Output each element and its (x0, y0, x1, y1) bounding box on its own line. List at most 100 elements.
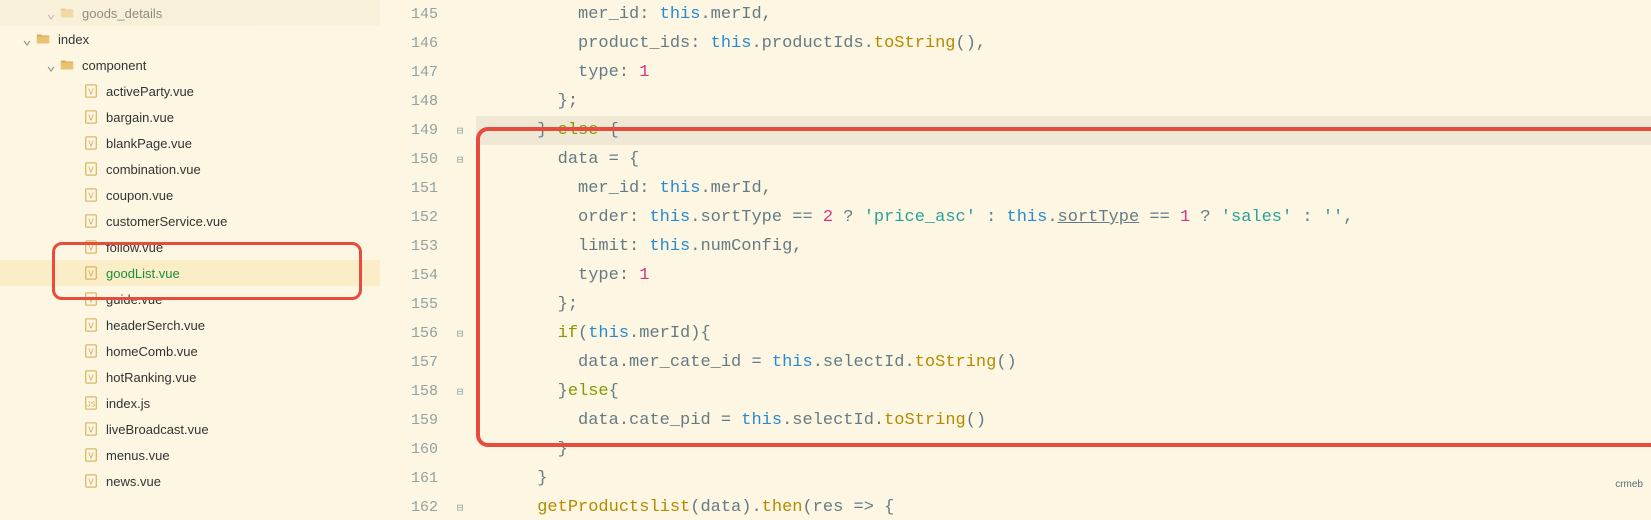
svg-text:V: V (88, 218, 94, 228)
chevron-down-icon[interactable]: ⌄ (20, 30, 34, 49)
code-line[interactable]: mer_id: this.merId, (476, 174, 1651, 203)
folder-icon (60, 6, 78, 20)
tree-file[interactable]: Vguide.vue (0, 286, 380, 312)
code-line[interactable]: data.cate_pid = this.selectId.toString() (476, 406, 1651, 435)
line-number: 156 (380, 319, 438, 348)
watermark-text: crmeb (1615, 479, 1643, 490)
fold-toggle-icon[interactable]: ⊟ (457, 327, 464, 341)
line-number: 155 (380, 290, 438, 319)
code-line[interactable]: }; (476, 87, 1651, 116)
code-line[interactable]: if(this.merId){ (476, 319, 1651, 348)
code-editor[interactable]: 1451461471481491501511521531541551561571… (380, 0, 1651, 520)
tree-file[interactable]: VgoodList.vue (0, 260, 380, 286)
tree-item-label: hotRanking.vue (106, 370, 196, 385)
tree-file[interactable]: Vcombination.vue (0, 156, 380, 182)
tree-item-label: blankPage.vue (106, 136, 192, 151)
code-line[interactable]: product_ids: this.productIds.toString(), (476, 29, 1651, 58)
code-line[interactable]: limit: this.numConfig, (476, 232, 1651, 261)
tree-folder[interactable]: ⌄component (0, 52, 380, 78)
line-number: 152 (380, 203, 438, 232)
code-line[interactable]: } else { (476, 116, 1651, 145)
tree-item-label: combination.vue (106, 162, 201, 177)
tree-file[interactable]: VcustomerService.vue (0, 208, 380, 234)
fold-column[interactable]: ⊟ ⊟ ⊟ ⊟ ⊟ (450, 0, 468, 520)
code-line[interactable]: }else{ (476, 377, 1651, 406)
svg-text:V: V (88, 166, 94, 176)
code-line[interactable]: data = { (476, 145, 1651, 174)
vue-file-icon: V (84, 344, 102, 358)
tree-item-label: homeComb.vue (106, 344, 198, 359)
tree-folder[interactable]: ⌄index (0, 26, 380, 52)
tree-file[interactable]: JS index.js (0, 390, 380, 416)
svg-text:V: V (88, 452, 94, 462)
vue-file-icon: V (84, 448, 102, 462)
tree-item-label: coupon.vue (106, 188, 173, 203)
tree-file[interactable]: Vmenus.vue (0, 442, 380, 468)
file-tree-sidebar[interactable]: ⌄goods_details⌄index⌄componentVactivePar… (0, 0, 380, 520)
svg-text:V: V (88, 270, 94, 280)
line-number: 150 (380, 145, 438, 174)
tree-item-label: liveBroadcast.vue (106, 422, 209, 437)
line-number: 145 (380, 0, 438, 29)
svg-text:V: V (88, 478, 94, 488)
vue-file-icon: V (84, 188, 102, 202)
code-line[interactable]: getProductslist(data).then(res => { (476, 493, 1651, 520)
tree-file[interactable]: VhomeComb.vue (0, 338, 380, 364)
code-line[interactable]: type: 1 (476, 261, 1651, 290)
line-number: 153 (380, 232, 438, 261)
svg-text:V: V (88, 296, 94, 306)
line-number: 157 (380, 348, 438, 377)
tree-file[interactable]: VliveBroadcast.vue (0, 416, 380, 442)
vue-file-icon: V (84, 136, 102, 150)
svg-text:V: V (88, 426, 94, 436)
line-number: 146 (380, 29, 438, 58)
code-content[interactable]: mer_id: this.merId, product_ids: this.pr… (468, 0, 1651, 520)
chevron-down-icon[interactable]: ⌄ (44, 56, 58, 75)
svg-text:V: V (88, 88, 94, 98)
tree-file[interactable]: VhotRanking.vue (0, 364, 380, 390)
fold-toggle-icon[interactable]: ⊟ (457, 501, 464, 515)
code-line[interactable]: mer_id: this.merId, (476, 0, 1651, 29)
code-line[interactable]: type: 1 (476, 58, 1651, 87)
fold-toggle-icon[interactable]: ⊟ (457, 153, 464, 167)
svg-text:V: V (88, 114, 94, 124)
tree-file[interactable]: Vfollow.vue (0, 234, 380, 260)
tree-file[interactable]: Vnews.vue (0, 468, 380, 494)
tree-file[interactable]: Vbargain.vue (0, 104, 380, 130)
tree-item-label: index.js (106, 396, 150, 411)
svg-text:V: V (88, 348, 94, 358)
tree-file[interactable]: VblankPage.vue (0, 130, 380, 156)
line-number: 154 (380, 261, 438, 290)
vue-file-icon: V (84, 370, 102, 384)
vue-file-icon: V (84, 266, 102, 280)
fold-toggle-icon[interactable]: ⊟ (457, 124, 464, 138)
vue-file-icon: V (84, 318, 102, 332)
code-line[interactable]: } (476, 464, 1651, 493)
line-number: 162 (380, 493, 438, 520)
line-number-gutter: 1451461471481491501511521531541551561571… (380, 0, 450, 520)
tree-file[interactable]: Vcoupon.vue (0, 182, 380, 208)
svg-text:V: V (88, 374, 94, 384)
code-line[interactable]: data.mer_cate_id = this.selectId.toStrin… (476, 348, 1651, 377)
line-number: 151 (380, 174, 438, 203)
line-number: 147 (380, 58, 438, 87)
js-file-icon: JS (84, 396, 102, 410)
tree-item-label: activeParty.vue (106, 84, 194, 99)
tree-file[interactable]: VactiveParty.vue (0, 78, 380, 104)
line-number: 158 (380, 377, 438, 406)
tree-item-label: headerSerch.vue (106, 318, 205, 333)
vue-file-icon: V (84, 84, 102, 98)
svg-text:V: V (88, 140, 94, 150)
line-number: 160 (380, 435, 438, 464)
vue-file-icon: V (84, 292, 102, 306)
code-line[interactable]: order: this.sortType == 2 ? 'price_asc' … (476, 203, 1651, 232)
svg-text:V: V (88, 244, 94, 254)
code-line[interactable]: }; (476, 290, 1651, 319)
tree-folder[interactable]: ⌄goods_details (0, 0, 380, 26)
tree-file[interactable]: VheaderSerch.vue (0, 312, 380, 338)
fold-toggle-icon[interactable]: ⊟ (457, 385, 464, 399)
chevron-down-icon[interactable]: ⌄ (44, 4, 58, 23)
line-number: 161 (380, 464, 438, 493)
code-line[interactable]: } (476, 435, 1651, 464)
tree-item-label: goodList.vue (106, 266, 180, 281)
